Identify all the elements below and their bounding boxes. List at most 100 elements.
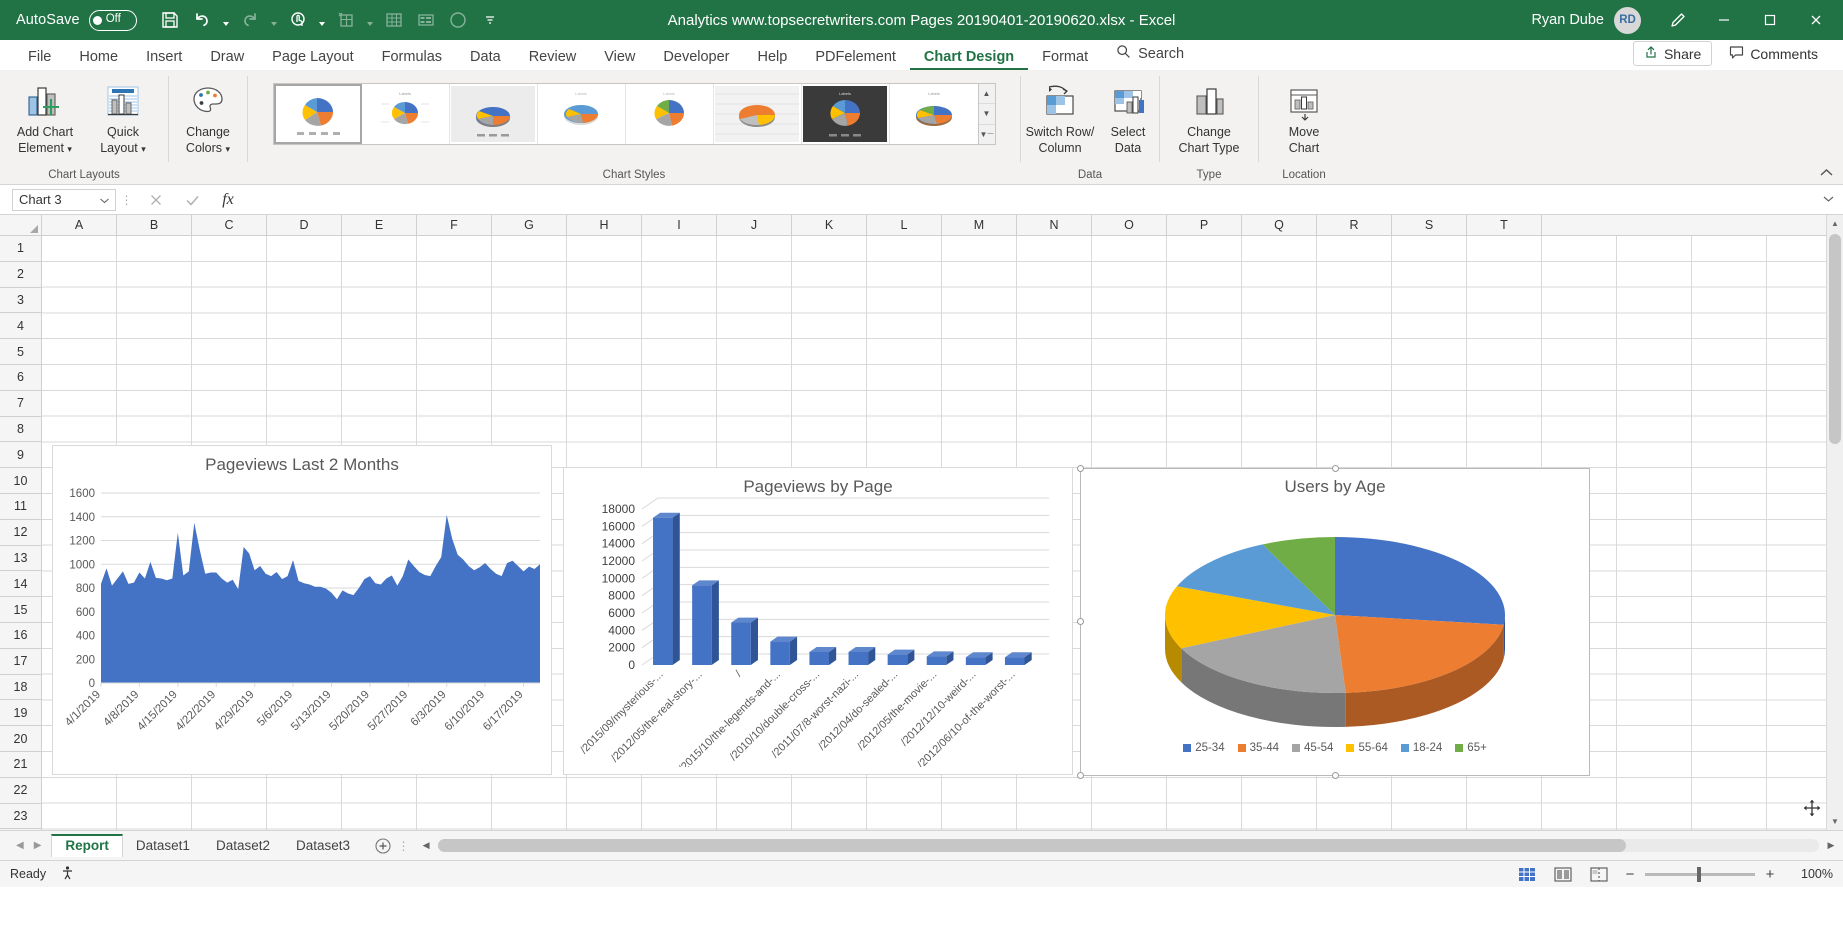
sheet-tab-resize-handle[interactable]: ⋮ (394, 839, 414, 853)
row-header-10[interactable]: 10 (0, 468, 41, 494)
column-header-Q[interactable]: Q (1242, 215, 1317, 235)
column-header-P[interactable]: P (1167, 215, 1242, 235)
column-header-M[interactable]: M (942, 215, 1017, 235)
horizontal-scroll-thumb[interactable] (438, 839, 1626, 852)
change-colors-button[interactable]: Change Colors ▾ (169, 77, 247, 156)
column-header-T[interactable]: T (1467, 215, 1542, 235)
column-header-N[interactable]: N (1017, 215, 1092, 235)
record-macro-icon[interactable] (443, 5, 473, 35)
scroll-up-icon[interactable]: ▲ (1827, 215, 1843, 232)
comments-button[interactable]: Comments (1718, 41, 1829, 66)
row-header-18[interactable]: 18 (0, 675, 41, 701)
share-button[interactable]: Share (1633, 41, 1712, 66)
tab-format[interactable]: Format (1028, 50, 1102, 71)
new-icon[interactable] (331, 5, 361, 35)
resize-handle-ml[interactable] (1077, 618, 1084, 625)
gallery-scroll-up-icon[interactable]: ▲ (979, 84, 995, 104)
tab-help[interactable]: Help (744, 50, 802, 71)
row-header-11[interactable]: 11 (0, 494, 41, 520)
enter-icon[interactable] (174, 188, 210, 212)
tab-page-layout[interactable]: Page Layout (258, 50, 367, 71)
zoom-thumb[interactable] (1697, 867, 1701, 882)
column-header-D[interactable]: D (267, 215, 342, 235)
undo-dropdown-icon[interactable] (219, 5, 233, 35)
column-header-J[interactable]: J (717, 215, 792, 235)
tab-home[interactable]: Home (65, 50, 132, 71)
row-header-15[interactable]: 15 (0, 597, 41, 623)
row-header-14[interactable]: 14 (0, 571, 41, 597)
hscroll-left-icon[interactable]: ◀ (418, 840, 434, 851)
sheet-tab-report[interactable]: Report (51, 834, 123, 857)
close-button[interactable] (1793, 0, 1839, 40)
page-layout-view-button[interactable] (1551, 864, 1575, 884)
sheet-tab-dataset2[interactable]: Dataset2 (203, 834, 283, 857)
ink-pen-icon[interactable] (1655, 0, 1701, 40)
tab-pdfelement[interactable]: PDFelement (801, 50, 910, 71)
column-header-O[interactable]: O (1092, 215, 1167, 235)
row-header-12[interactable]: 12 (0, 520, 41, 546)
customize-qat-icon[interactable] (483, 5, 497, 35)
zoom-in-button[interactable]: + (1763, 866, 1777, 883)
table-icon[interactable] (379, 5, 409, 35)
change-chart-type-button[interactable]: Change Chart Type (1163, 77, 1255, 156)
row-header-4[interactable]: 4 (0, 313, 41, 339)
column-header-B[interactable]: B (117, 215, 192, 235)
touch-mode-dropdown-icon[interactable] (315, 5, 329, 35)
page-break-view-button[interactable] (1587, 864, 1611, 884)
format-table-icon[interactable] (411, 5, 441, 35)
search-box[interactable]: Search (1102, 44, 1196, 70)
chart-styles-gallery[interactable]: Labels (273, 83, 979, 145)
zoom-track[interactable] (1645, 873, 1755, 876)
chart-style-thumb-6[interactable] (714, 84, 802, 144)
new-dropdown-icon[interactable] (363, 5, 377, 35)
chart-style-thumb-8[interactable]: Labels (890, 84, 978, 144)
gallery-more-icon[interactable]: ▼— (979, 125, 995, 144)
row-header-23[interactable]: 23 (0, 804, 41, 830)
row-header-9[interactable]: 9 (0, 442, 41, 468)
resize-handle-tl[interactable] (1077, 465, 1084, 472)
scroll-down-icon[interactable]: ▼ (1827, 813, 1843, 830)
name-box[interactable]: Chart 3 (12, 189, 116, 211)
quick-layout-button[interactable]: Quick Layout ▾ (84, 77, 162, 156)
column-header-G[interactable]: G (492, 215, 567, 235)
horizontal-scroll-track[interactable] (438, 839, 1819, 852)
tab-developer[interactable]: Developer (649, 50, 743, 71)
redo-icon[interactable] (235, 5, 265, 35)
row-header-3[interactable]: 3 (0, 288, 41, 314)
cancel-icon[interactable] (138, 188, 174, 212)
accessibility-checker-icon[interactable] (60, 865, 75, 883)
column-header-C[interactable]: C (192, 215, 267, 235)
row-header-20[interactable]: 20 (0, 726, 41, 752)
column-header-E[interactable]: E (342, 215, 417, 235)
chart-style-thumb-2[interactable]: Labels (362, 84, 450, 144)
autosave-toggle[interactable]: Off (89, 10, 137, 31)
sheet-nav-prev-icon[interactable]: ◀ (16, 840, 24, 851)
undo-icon[interactable] (187, 5, 217, 35)
tab-view[interactable]: View (590, 50, 649, 71)
row-header-17[interactable]: 17 (0, 649, 41, 675)
insert-function-icon[interactable]: fx (210, 188, 246, 212)
expand-formula-bar-icon[interactable] (1817, 195, 1839, 205)
touch-mode-icon[interactable] (283, 5, 313, 35)
resize-handle-bl[interactable] (1077, 772, 1084, 779)
vertical-scrollbar[interactable]: ▲ ▼ (1826, 215, 1843, 830)
column-header-L[interactable]: L (867, 215, 942, 235)
restore-button[interactable] (1747, 0, 1793, 40)
formula-input[interactable] (246, 188, 1817, 212)
sheet-tab-dataset3[interactable]: Dataset3 (283, 834, 363, 857)
name-box-dropdown-icon[interactable] (100, 192, 109, 207)
zoom-slider[interactable]: − + (1623, 866, 1777, 883)
gallery-scroll-down-icon[interactable]: ▼ (979, 104, 995, 124)
add-chart-element-button[interactable]: Add Chart Element ▾ (6, 77, 84, 156)
select-data-button[interactable]: Select Data (1098, 77, 1158, 156)
column-header-S[interactable]: S (1392, 215, 1467, 235)
column-header-F[interactable]: F (417, 215, 492, 235)
chart-pageviews-by-page[interactable]: Pageviews by Page 0200040006000800010000… (563, 467, 1073, 775)
save-icon[interactable] (155, 5, 185, 35)
column-header-A[interactable]: A (42, 215, 117, 235)
normal-view-button[interactable] (1515, 864, 1539, 884)
row-header-2[interactable]: 2 (0, 262, 41, 288)
zoom-out-button[interactable]: − (1623, 866, 1637, 883)
collapse-ribbon-icon[interactable] (1820, 168, 1833, 180)
sheet-tab-dataset1[interactable]: Dataset1 (123, 834, 203, 857)
